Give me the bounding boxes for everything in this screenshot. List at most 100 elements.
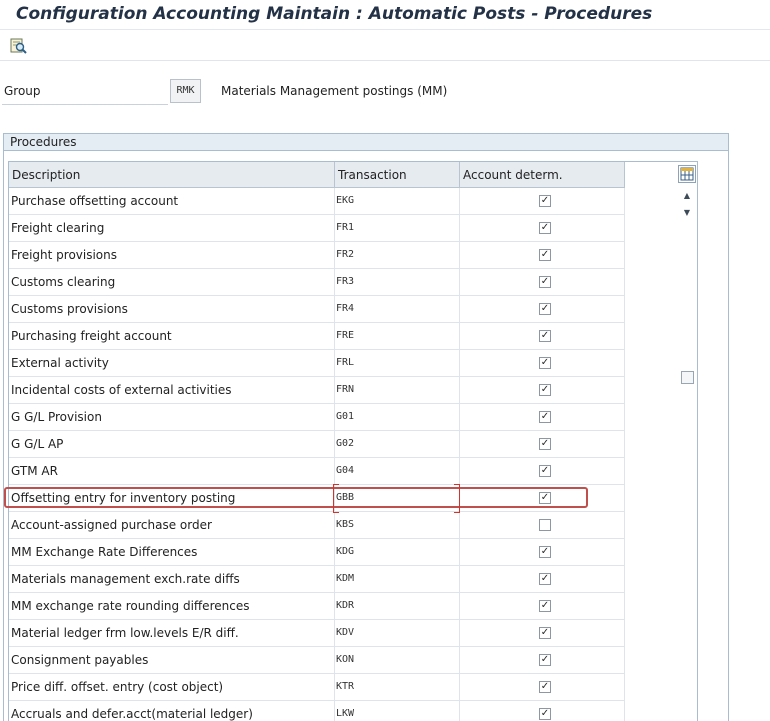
- table-row[interactable]: Purchasing freight account FRE ✓: [9, 323, 625, 350]
- account-determ-checkbox[interactable]: ✓: [539, 195, 551, 207]
- table-row[interactable]: G G/L Provision G01 ✓: [9, 404, 625, 431]
- table-row[interactable]: Customs provisions FR4 ✓: [9, 296, 625, 323]
- cell-transaction[interactable]: FRE: [335, 323, 460, 349]
- table-settings-icon: [680, 167, 694, 181]
- cell-transaction[interactable]: G04: [335, 458, 460, 484]
- group-label-underline: [2, 104, 168, 105]
- cell-account-determ: ✓: [460, 188, 625, 214]
- account-determ-checkbox[interactable]: ✓: [539, 600, 551, 612]
- cell-account-determ: ✓: [460, 701, 625, 721]
- cell-description: Purchase offsetting account: [9, 188, 335, 214]
- account-determ-checkbox[interactable]: ✓: [539, 681, 551, 693]
- account-determ-checkbox[interactable]: ✓: [539, 249, 551, 261]
- account-determ-checkbox[interactable]: ✓: [539, 708, 551, 720]
- account-determ-checkbox[interactable]: ✓: [539, 384, 551, 396]
- cell-transaction[interactable]: G02: [335, 431, 460, 457]
- cell-transaction[interactable]: EKG: [335, 188, 460, 214]
- table-row[interactable]: Purchase offsetting account EKG ✓: [9, 188, 625, 215]
- scrollbar-thumb[interactable]: [681, 371, 694, 384]
- account-determ-checkbox[interactable]: ✓: [539, 438, 551, 450]
- cell-account-determ: ✓: [460, 377, 625, 403]
- cell-description: Materials management exch.rate diffs: [9, 566, 335, 592]
- cell-cursor-right: [454, 484, 460, 513]
- scroll-down-icon[interactable]: ▼: [681, 207, 693, 219]
- account-determ-checkbox[interactable]: ✓: [539, 330, 551, 342]
- account-determ-checkbox[interactable]: ✓: [539, 465, 551, 477]
- cell-transaction[interactable]: FRN: [335, 377, 460, 403]
- table-row[interactable]: Account-assigned purchase order KBS: [9, 512, 625, 539]
- table-row[interactable]: G G/L AP G02 ✓: [9, 431, 625, 458]
- cell-account-determ: ✓: [460, 350, 625, 376]
- cell-transaction[interactable]: FRL: [335, 350, 460, 376]
- procedures-table: Description Transaction Account determ. …: [8, 161, 698, 721]
- cell-account-determ: ✓: [460, 269, 625, 295]
- cell-transaction[interactable]: KON: [335, 647, 460, 673]
- find-button[interactable]: [9, 37, 29, 55]
- cell-transaction[interactable]: KBS: [335, 512, 460, 538]
- account-determ-checkbox[interactable]: ✓: [539, 357, 551, 369]
- scroll-up-icon[interactable]: ▲: [681, 190, 693, 202]
- table-row[interactable]: Material ledger frm low.levels E/R diff.…: [9, 620, 625, 647]
- cell-transaction[interactable]: FR1: [335, 215, 460, 241]
- table-row[interactable]: Freight clearing FR1 ✓: [9, 215, 625, 242]
- cell-transaction[interactable]: KTR: [335, 674, 460, 700]
- table-row[interactable]: MM Exchange Rate Differences KDG ✓: [9, 539, 625, 566]
- cell-transaction[interactable]: G01: [335, 404, 460, 430]
- table-row[interactable]: GTM AR G04 ✓: [9, 458, 625, 485]
- account-determ-checkbox[interactable]: ✓: [539, 627, 551, 639]
- cell-account-determ: ✓: [460, 458, 625, 484]
- account-determ-checkbox[interactable]: [539, 519, 551, 531]
- cell-description: MM Exchange Rate Differences: [9, 539, 335, 565]
- cell-account-determ: ✓: [460, 323, 625, 349]
- cell-description: Material ledger frm low.levels E/R diff.: [9, 620, 335, 646]
- table-row[interactable]: Customs clearing FR3 ✓: [9, 269, 625, 296]
- procedures-panel-title-text: Procedures: [10, 135, 77, 149]
- application-toolbar: [0, 31, 770, 61]
- cell-transaction[interactable]: KDV: [335, 620, 460, 646]
- table-row[interactable]: Offsetting entry for inventory posting GB…: [9, 485, 625, 512]
- account-determ-checkbox[interactable]: ✓: [539, 573, 551, 585]
- account-determ-checkbox[interactable]: ✓: [539, 546, 551, 558]
- column-header-transaction[interactable]: Transaction: [335, 162, 460, 188]
- cell-description: G G/L Provision: [9, 404, 335, 430]
- table-row[interactable]: Consignment payables KON ✓: [9, 647, 625, 674]
- cell-account-determ: ✓: [460, 647, 625, 673]
- account-determ-checkbox[interactable]: ✓: [539, 654, 551, 666]
- cell-description: GTM AR: [9, 458, 335, 484]
- cell-account-determ: ✓: [460, 566, 625, 592]
- cell-transaction[interactable]: FR2: [335, 242, 460, 268]
- account-determ-checkbox[interactable]: ✓: [539, 222, 551, 234]
- find-icon: [10, 38, 27, 54]
- account-determ-checkbox[interactable]: ✓: [539, 411, 551, 423]
- cell-transaction[interactable]: KDG: [335, 539, 460, 565]
- table-row[interactable]: Freight provisions FR2 ✓: [9, 242, 625, 269]
- cell-account-determ: ✓: [460, 431, 625, 457]
- group-field[interactable]: RMK: [170, 79, 201, 103]
- title-bar: Configuration Accounting Maintain : Auto…: [0, 0, 770, 30]
- cell-transaction[interactable]: FR3: [335, 269, 460, 295]
- column-header-account-determ[interactable]: Account determ.: [460, 162, 625, 188]
- procedures-panel-title: Procedures: [4, 134, 728, 151]
- column-header-description[interactable]: Description: [9, 162, 335, 188]
- account-determ-checkbox[interactable]: ✓: [539, 276, 551, 288]
- table-row[interactable]: Accruals and defer.acct(material ledger)…: [9, 701, 625, 721]
- cell-description: Offsetting entry for inventory posting: [9, 485, 335, 511]
- cell-description: Incidental costs of external activities: [9, 377, 335, 403]
- cell-transaction[interactable]: LKW: [335, 701, 460, 721]
- cell-transaction[interactable]: KDR: [335, 593, 460, 619]
- table-row[interactable]: Incidental costs of external activities F…: [9, 377, 625, 404]
- cell-transaction[interactable]: GBB: [335, 485, 460, 511]
- cell-description: Customs clearing: [9, 269, 335, 295]
- table-row[interactable]: MM exchange rate rounding differences KDR…: [9, 593, 625, 620]
- cell-cursor-left: [333, 484, 339, 513]
- table-row[interactable]: Materials management exch.rate diffs KDM ✓: [9, 566, 625, 593]
- cell-description: Accruals and defer.acct(material ledger): [9, 701, 335, 721]
- account-determ-checkbox[interactable]: ✓: [539, 303, 551, 315]
- table-row[interactable]: External activity FRL ✓: [9, 350, 625, 377]
- table-body: Purchase offsetting account EKG ✓ Freight c…: [9, 188, 625, 721]
- cell-transaction[interactable]: FR4: [335, 296, 460, 322]
- cell-transaction[interactable]: KDM: [335, 566, 460, 592]
- table-row[interactable]: Price diff. offset. entry (cost object) K…: [9, 674, 625, 701]
- column-settings-button[interactable]: [678, 165, 696, 183]
- account-determ-checkbox[interactable]: ✓: [539, 492, 551, 504]
